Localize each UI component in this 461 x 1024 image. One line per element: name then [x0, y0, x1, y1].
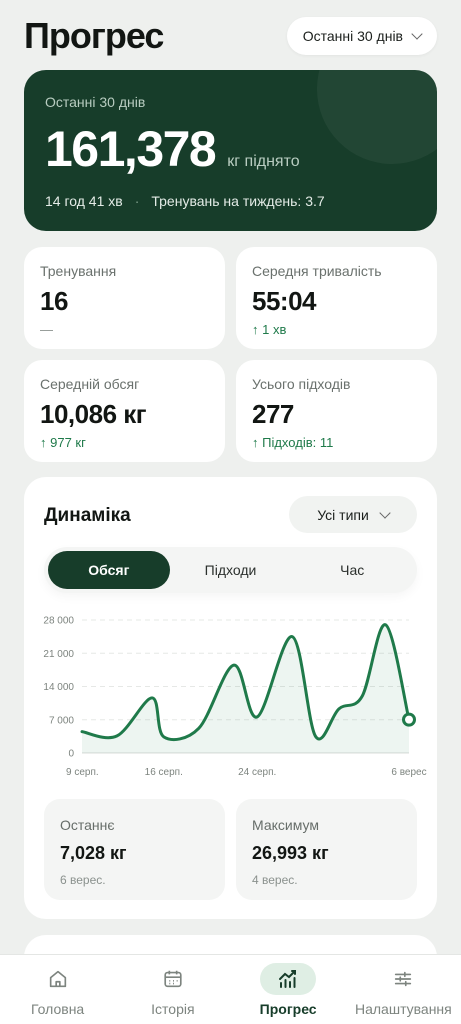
bottom-navigation: Головна Історія Прогрес Налаштування	[0, 954, 461, 1024]
last-value: 7,028 кг	[60, 843, 127, 863]
summary-card: Останні 30 днів 161,378 кг піднято 14 го…	[24, 70, 437, 231]
decorative-circle	[317, 70, 437, 164]
stat-avg-duration[interactable]: Середня тривалість 55:04 ↑ 1 хв	[236, 247, 437, 349]
stat-value: 55:04	[252, 286, 317, 316]
data-point[interactable]	[360, 694, 364, 698]
stat-delta: ↑ 977 кг	[40, 435, 86, 450]
summary-duration: 14 год 41 хв	[45, 193, 123, 209]
stat-workouts[interactable]: Тренування 16 —	[24, 247, 225, 349]
summary-unit: кг піднято	[227, 153, 300, 170]
summary-period: Останні 30 днів	[45, 94, 146, 110]
header: Прогрес Останні 30 днів	[24, 14, 437, 58]
summary-weekly: Тренувань на тиждень: 3.7	[151, 193, 325, 209]
data-point[interactable]	[314, 734, 318, 738]
data-point[interactable]	[290, 635, 294, 639]
x-tick-label: 16 серп.	[145, 767, 183, 778]
nav-label: Налаштування	[354, 1000, 452, 1017]
max-date: 4 верес.	[252, 873, 298, 887]
nav-history[interactable]: Історія	[118, 963, 228, 1017]
summary-total: 161,378	[45, 121, 217, 177]
x-tick-label: 6 верес	[391, 767, 426, 778]
calendar-icon	[145, 963, 201, 995]
stat-total-sets[interactable]: Усього підходів 277 ↑ Підходів: 11	[236, 360, 437, 462]
volume-line-chart: 0 7 000 14 000 21 000 28 000 9 серп. 16 серп. 2…	[43, 616, 426, 779]
range-selector[interactable]: Останні 30 днів	[286, 17, 437, 55]
nav-label: Прогрес	[259, 1000, 317, 1017]
stat-label: Тренування	[40, 263, 117, 279]
chevron-down-icon	[411, 28, 423, 40]
max-label: Максимум	[252, 817, 319, 833]
separator-dot: ·	[134, 193, 140, 209]
data-point[interactable]	[80, 730, 84, 734]
last-value-card: Останнє 7,028 кг 6 верес.	[44, 799, 225, 900]
summary-total-row: 161,378 кг піднято	[45, 120, 300, 178]
data-point[interactable]	[162, 735, 166, 739]
page-title: Прогрес	[24, 15, 164, 56]
dynamics-card: Динаміка Усі типи Обсяг Підходи Час 07 0…	[24, 477, 437, 919]
stat-label: Середній обсяг	[40, 376, 140, 392]
stat-value: 10,086 кг	[40, 399, 147, 429]
y-tick-label: 28 000	[43, 616, 74, 627]
stat-label: Усього підходів	[252, 376, 351, 392]
max-value-card: Максимум 26,993 кг 4 верес.	[236, 799, 417, 900]
sliders-icon	[375, 963, 431, 995]
stat-value: 277	[252, 399, 294, 429]
x-tick-label: 24 серп.	[238, 767, 276, 778]
stat-delta: ↑ Підходів: 11	[252, 435, 334, 450]
range-label: Останні 30 днів	[302, 28, 403, 44]
data-point[interactable]	[197, 726, 201, 730]
last-label: Останнє	[60, 817, 115, 833]
y-tick-label: 14 000	[43, 682, 74, 693]
y-tick-label: 7 000	[49, 715, 74, 726]
stat-delta: ↑ 1 хв	[252, 322, 287, 337]
stat-label: Середня тривалість	[252, 263, 382, 279]
stat-value: 16	[40, 286, 68, 316]
x-tick-label: 9 серп.	[66, 767, 99, 778]
data-point[interactable]	[115, 734, 119, 738]
data-point[interactable]	[255, 715, 259, 719]
stat-avg-volume[interactable]: Середній обсяг 10,086 кг ↑ 977 кг	[24, 360, 225, 462]
last-data-point[interactable]	[402, 712, 416, 727]
nav-progress[interactable]: Прогрес	[233, 962, 343, 1017]
home-icon	[30, 963, 86, 995]
data-point[interactable]	[384, 623, 388, 627]
y-tick-label: 0	[68, 749, 74, 760]
data-point[interactable]	[232, 663, 236, 667]
data-point[interactable]	[150, 696, 154, 700]
y-tick-label: 21 000	[43, 649, 74, 660]
last-date: 6 верес.	[60, 873, 106, 887]
data-point[interactable]	[337, 707, 341, 711]
nav-label: Головна	[31, 1000, 85, 1017]
chart-icon	[260, 962, 317, 995]
nav-label: Історія	[151, 1000, 195, 1017]
nav-settings[interactable]: Налаштування	[348, 963, 458, 1017]
stat-delta: —	[40, 322, 53, 337]
max-value: 26,993 кг	[252, 843, 329, 863]
nav-home[interactable]: Головна	[3, 963, 113, 1017]
summary-meta: 14 год 41 хв · Тренувань на тиждень: 3.7	[45, 193, 325, 209]
